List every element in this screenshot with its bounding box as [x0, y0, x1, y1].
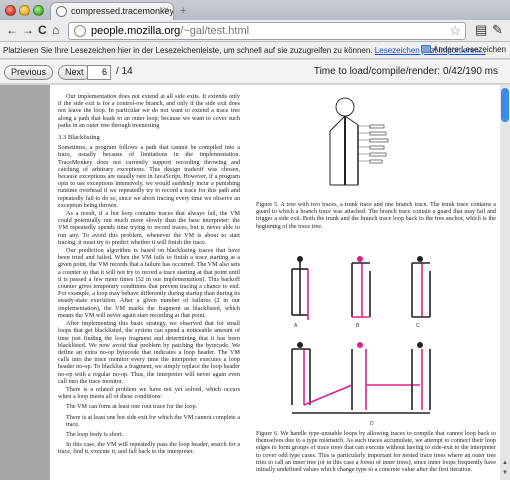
zoom-window-button[interactable] — [33, 5, 44, 16]
new-tab-button[interactable]: + — [180, 5, 186, 17]
paragraph: Our implementation does not extend at al… — [58, 93, 240, 129]
page-count: / 14 — [116, 66, 133, 77]
globe-icon — [74, 25, 86, 37]
close-icon[interactable]: × — [163, 5, 169, 16]
wrench-icon[interactable]: ✎ — [492, 22, 503, 38]
left-text-column: Our implementation does not extend at al… — [58, 93, 240, 479]
paragraph: In this case, the VM will repeatedly pas… — [58, 441, 240, 456]
tab-title: compressed.tracemonkey-p — [71, 6, 174, 16]
other-bookmarks-button[interactable]: Andere Lesezeichen — [421, 45, 506, 54]
figure-6-caption: Figure 6. We handle type-unstable loops … — [256, 430, 496, 474]
page-icon[interactable]: ▤ — [475, 22, 487, 38]
svg-text:C: C — [416, 323, 420, 329]
render-timing: Time to load/compile/render: 0/42/190 ms — [313, 66, 498, 77]
paragraph: Our prediction algorithm is based on bla… — [58, 247, 240, 319]
url-path: /~gal/test.html — [180, 25, 250, 37]
svg-text:A: A — [294, 323, 298, 329]
list-item: There is at least one hot side exit for … — [66, 413, 240, 428]
next-page-button[interactable]: Next — [58, 65, 91, 80]
other-bookmarks-label: Andere Lesezeichen — [433, 45, 506, 54]
bookmark-bar: Platzieren Sie Ihre Lesezeichen hier in … — [0, 42, 510, 59]
page-number-input[interactable]: 6 — [87, 65, 111, 80]
list-item: The loop body is short. — [66, 430, 124, 438]
paragraph: After implementing this basic strategy, … — [58, 320, 240, 385]
bookmark-bar-message: Platzieren Sie Ihre Lesezeichen hier in … — [3, 46, 373, 55]
figure-5-caption: Figure 5. A tree with two traces, a trun… — [256, 201, 496, 230]
back-icon[interactable]: ← — [6, 23, 18, 37]
reload-icon[interactable]: C — [38, 23, 47, 37]
address-bar[interactable]: people.mozilla.org/~gal/test.html ☆ — [68, 22, 466, 40]
scrollbar-thumb[interactable] — [501, 88, 509, 122]
home-icon[interactable]: ⌂ — [52, 23, 59, 37]
forward-icon[interactable]: → — [22, 23, 34, 37]
scroll-down-arrow[interactable]: ▼ — [500, 470, 510, 478]
browser-window: compressed.tracemonkey-p × + ← → C ⌂ peo… — [0, 0, 510, 480]
tab-strip: compressed.tracemonkey-p × + — [0, 0, 510, 20]
paragraph: There is a related problem we have not y… — [58, 385, 240, 401]
svg-text:D: D — [370, 421, 374, 427]
close-window-button[interactable] — [5, 5, 16, 16]
browser-tab[interactable]: compressed.tracemonkey-p × — [50, 2, 174, 20]
pdf-toolbar: Previous Next 6 / 14 Time to load/compil… — [0, 60, 510, 84]
scroll-up-arrow[interactable]: ▲ — [500, 460, 510, 468]
star-icon[interactable]: ☆ — [449, 23, 461, 39]
navigation-toolbar: ← → C ⌂ people.mozilla.org/~gal/test.htm… — [0, 20, 510, 42]
paragraph: As a result, if a hot loop contains trac… — [58, 210, 240, 246]
section-heading: 3.3 Blacklisting — [58, 134, 100, 142]
svg-text:B: B — [356, 323, 360, 329]
list-item: The VM can form at least one root trace … — [66, 403, 198, 411]
figure-5-diagram — [329, 97, 389, 186]
minimize-window-button[interactable] — [19, 5, 30, 16]
paragraph: Sometimes, a program follows a path that… — [58, 144, 240, 209]
pdf-viewport[interactable]: Our implementation does not extend at al… — [0, 85, 510, 480]
vertical-scrollbar[interactable] — [500, 85, 510, 480]
page-icon — [56, 6, 67, 17]
folder-icon — [421, 45, 432, 53]
url-host: people.mozilla.org — [91, 25, 181, 37]
pdf-page: Our implementation does not extend at al… — [50, 85, 502, 480]
previous-page-button[interactable]: Previous — [4, 65, 54, 80]
